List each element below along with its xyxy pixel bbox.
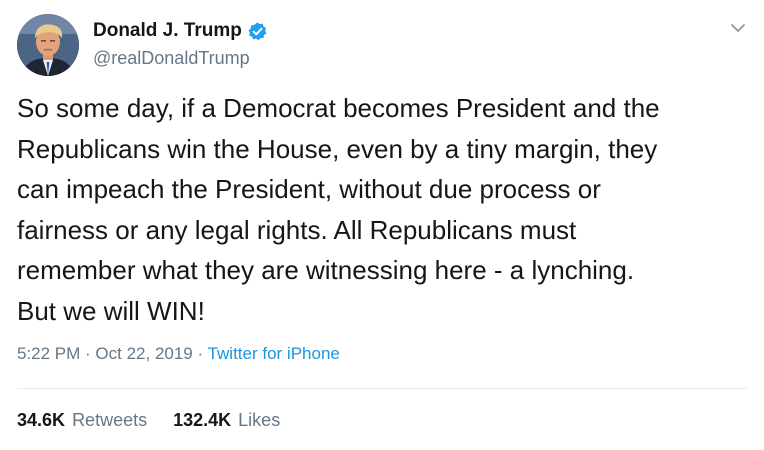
handle[interactable]: @realDonaldTrump: [93, 48, 268, 69]
chevron-down-icon[interactable]: [728, 18, 748, 38]
likes-count: 132.4K: [173, 410, 232, 430]
tweet-time[interactable]: 5:22 PM: [17, 344, 80, 363]
verified-badge-icon: [247, 21, 268, 42]
tweet-card: Donald J. Trump @realDonaldTrump So some…: [0, 0, 764, 450]
likes-stat[interactable]: 132.4K Likes: [173, 410, 280, 431]
tweet-stats: 34.6K Retweets 132.4K Likes: [17, 410, 306, 431]
retweets-count: 34.6K: [17, 410, 66, 430]
likes-label: Likes: [238, 410, 281, 430]
display-name[interactable]: Donald J. Trump: [93, 20, 242, 42]
divider: [17, 388, 747, 389]
meta-separator: ·: [80, 344, 96, 363]
tweet-text: So some day, if a Democrat becomes Presi…: [17, 93, 660, 326]
name-row: Donald J. Trump: [93, 18, 268, 44]
tweet-meta: 5:22 PM · Oct 22, 2019 · Twitter for iPh…: [17, 344, 340, 364]
profile-photo: [17, 14, 79, 76]
author-info: Donald J. Trump @realDonaldTrump: [93, 18, 268, 69]
retweets-label: Retweets: [72, 410, 148, 430]
retweets-stat[interactable]: 34.6K Retweets: [17, 410, 147, 431]
avatar[interactable]: [17, 14, 79, 76]
meta-separator: ·: [192, 344, 208, 363]
tweet-date[interactable]: Oct 22, 2019: [95, 344, 192, 363]
tweet-source-link[interactable]: Twitter for iPhone: [208, 344, 340, 363]
